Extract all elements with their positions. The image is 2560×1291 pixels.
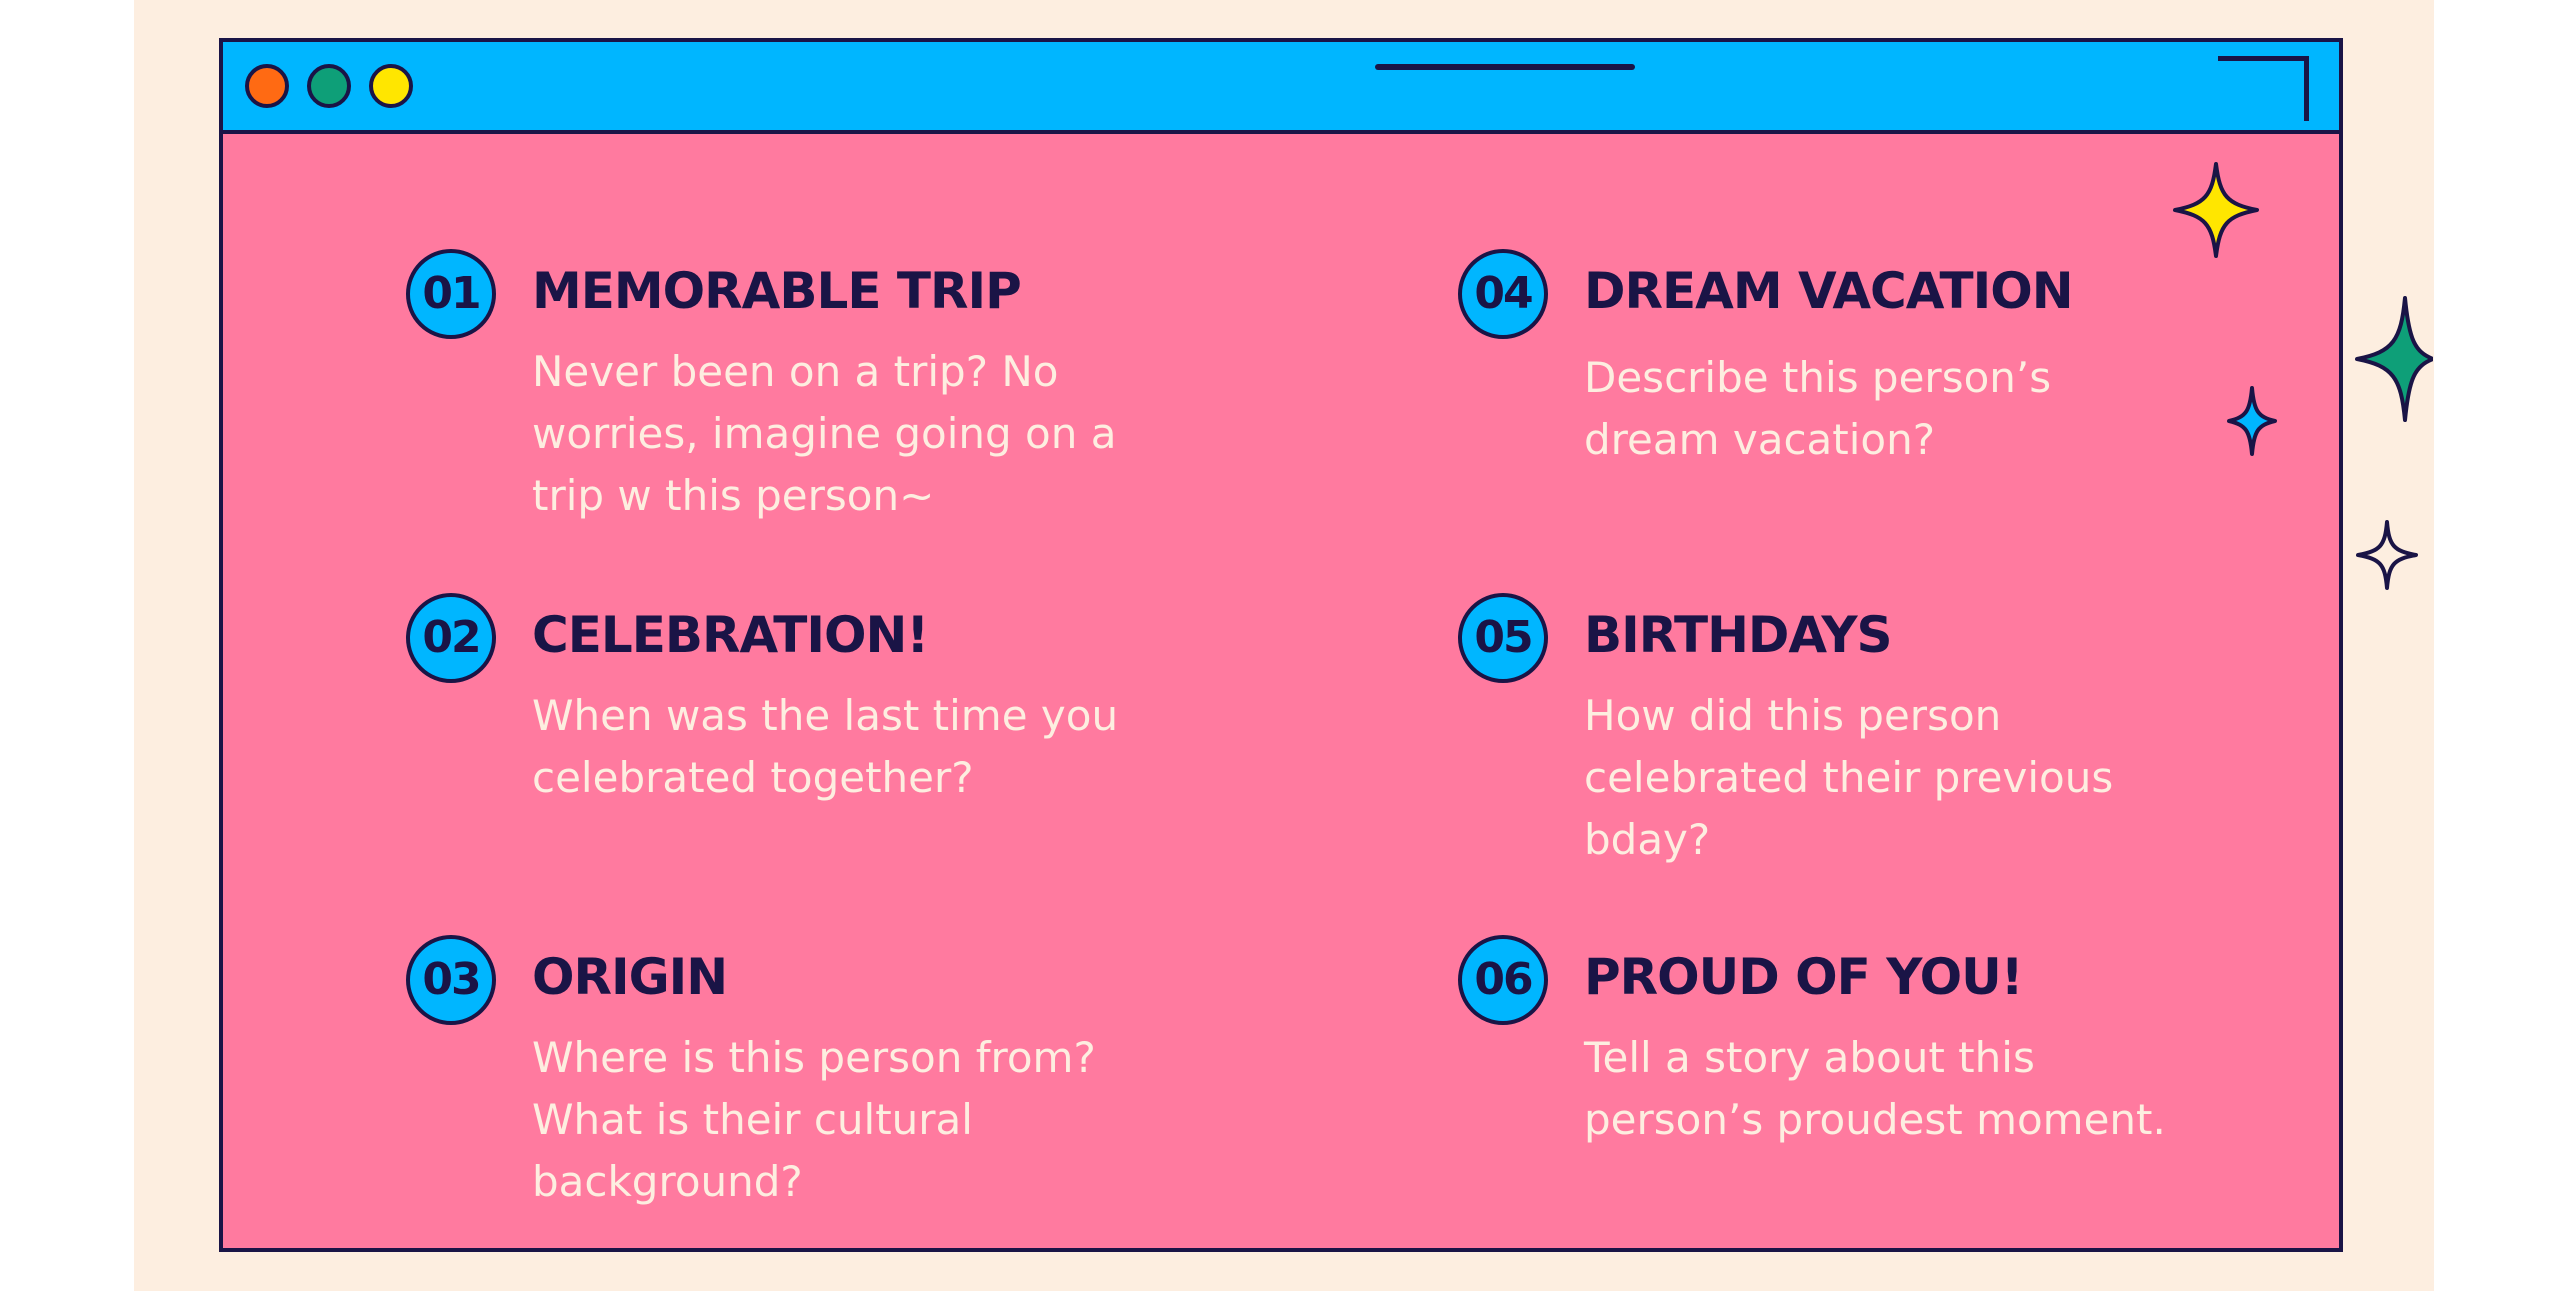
item-title: CELEBRATION! <box>532 606 929 664</box>
item-title: PROUD OF YOU! <box>1584 948 2024 1006</box>
item-number-badge: 05 <box>1458 593 1548 683</box>
outline-sparkle-icon <box>2356 520 2418 590</box>
green-sparkle-icon <box>2355 296 2433 422</box>
yellow-sparkle-icon <box>2173 162 2259 258</box>
item-title: MEMORABLE TRIP <box>532 262 1022 320</box>
item-number-badge: 03 <box>406 935 496 1025</box>
maximize-dot-button[interactable] <box>369 64 413 108</box>
item-description: Where is this person from? What is their… <box>532 1033 1096 1206</box>
item-number-badge: 02 <box>406 593 496 683</box>
minimize-dot-button[interactable] <box>307 64 351 108</box>
corner-mark <box>2218 56 2309 121</box>
blue-sparkle-icon <box>2227 386 2277 456</box>
item-number-badge: 01 <box>406 249 496 339</box>
item-description: When was the last time you celebrated to… <box>532 691 1119 802</box>
item-description: Tell a story about this person’s proudes… <box>1584 1033 2166 1144</box>
title-bar <box>223 42 2339 134</box>
item-title: ORIGIN <box>532 948 728 1006</box>
browser-window: 01 MEMORABLE TRIP Never been on a trip? … <box>219 38 2343 1252</box>
item-description: How did this person celebrated their pre… <box>1584 691 2114 864</box>
item-number-badge: 06 <box>1458 935 1548 1025</box>
item-description: Describe this person’s dream vacation? <box>1584 353 2052 464</box>
title-bar-line <box>1375 64 1635 70</box>
item-title: BIRTHDAYS <box>1584 606 1893 664</box>
item-title: DREAM VACATION <box>1584 262 2074 320</box>
item-number-badge: 04 <box>1458 249 1548 339</box>
close-dot-button[interactable] <box>245 64 289 108</box>
item-description: Never been on a trip? No worries, imagin… <box>532 347 1117 520</box>
